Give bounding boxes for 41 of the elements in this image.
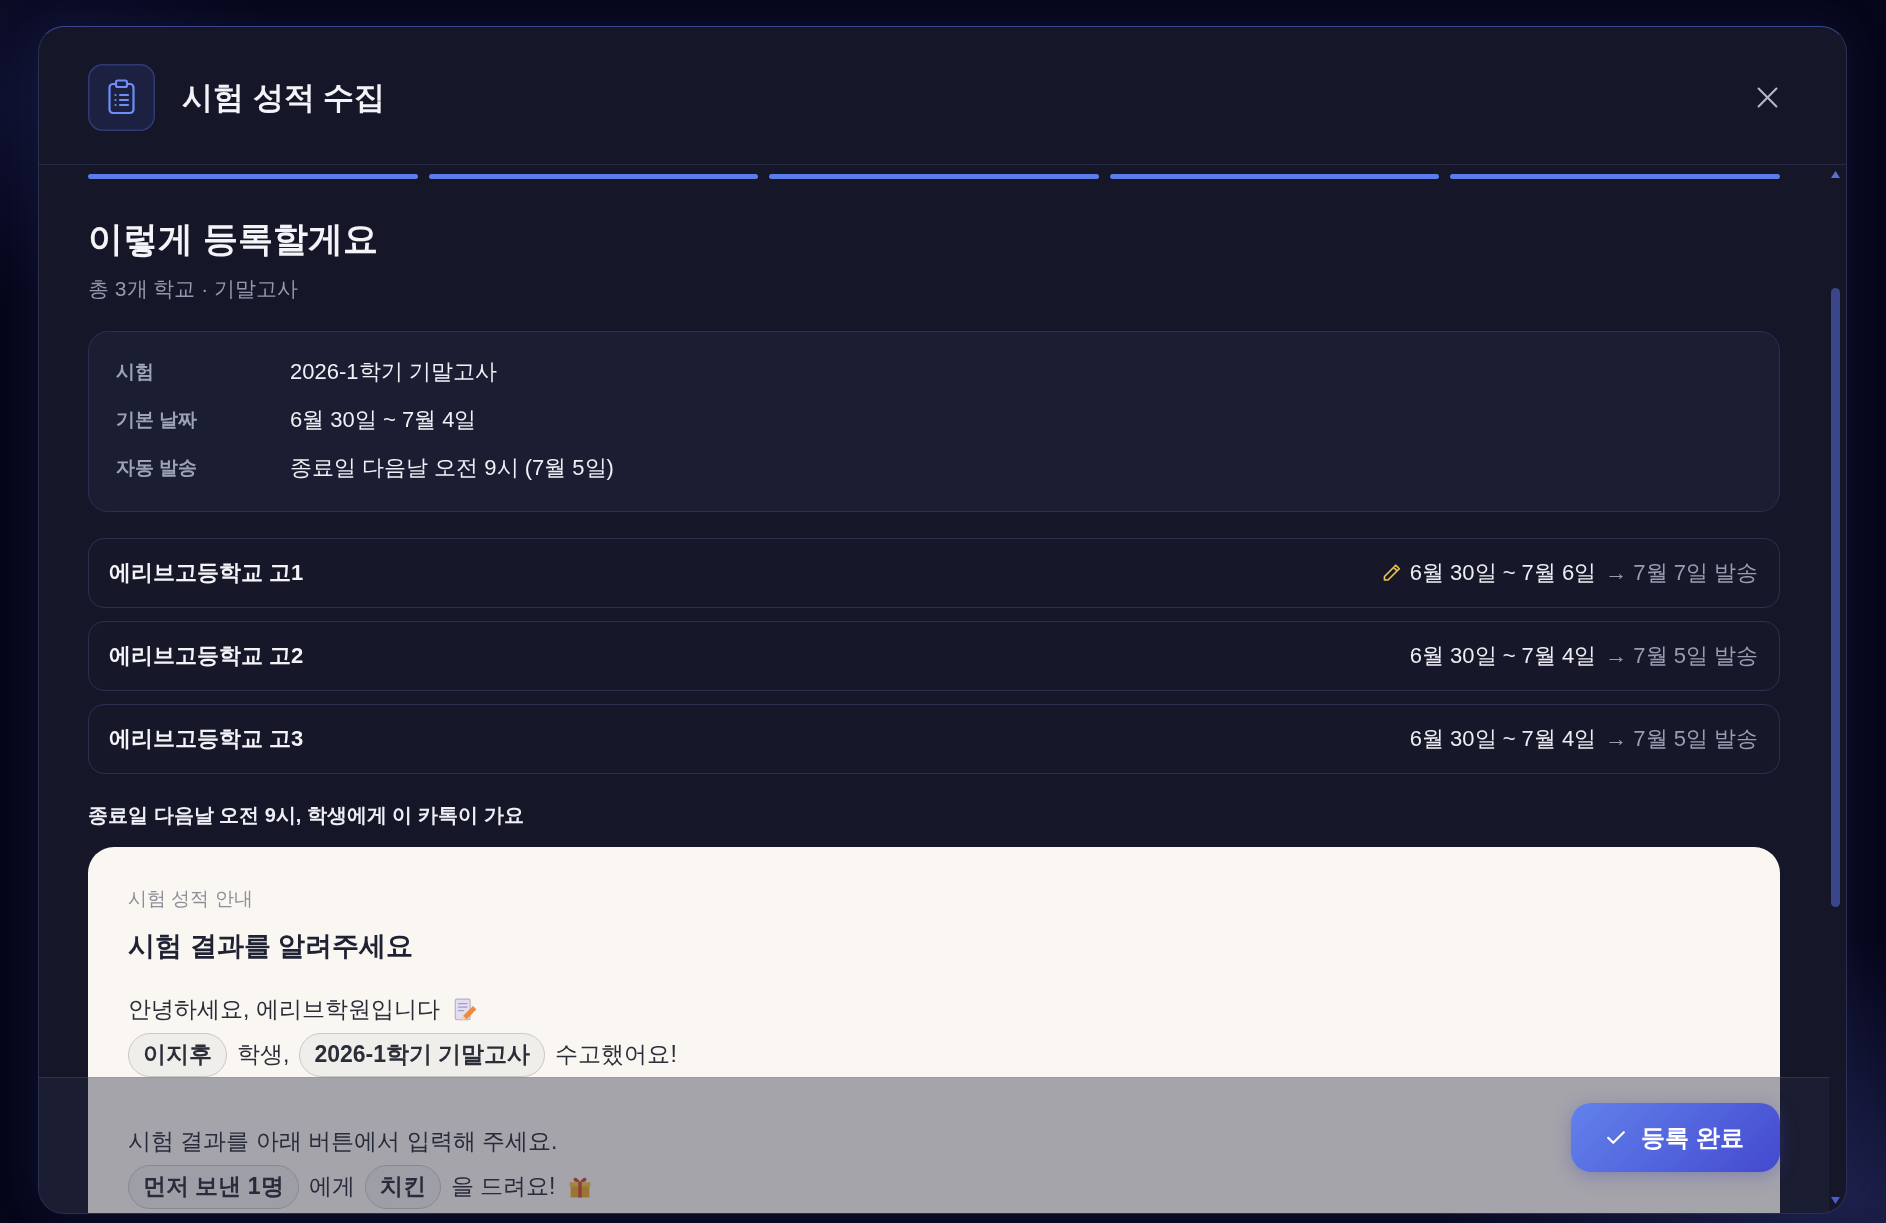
message-text: 수고했어요! <box>555 1040 677 1069</box>
scrollbar-thumb[interactable] <box>1831 288 1840 907</box>
variable-tag: 먼저 보낸 1명 <box>128 1164 299 1209</box>
date-range: 6월 30일 ~ 7월 4일 <box>1409 642 1597 670</box>
scroll-down-arrow-icon[interactable] <box>1831 1197 1840 1204</box>
clipboard-icon <box>88 64 155 131</box>
school-name: 에리브고등학교 고2 <box>109 642 304 670</box>
date-range: 6월 30일 ~ 7월 4일 <box>1409 725 1597 753</box>
date-range: 6월 30일 ~ 7월 6일 <box>1409 559 1597 587</box>
close-button[interactable] <box>1757 87 1778 108</box>
variable-tag: 치킨 <box>364 1164 441 1209</box>
send-date: → 7월 5일 발송 <box>1605 725 1758 753</box>
register-button[interactable]: 등록 완료 <box>1571 1103 1780 1172</box>
window-title: 시험 성적 수집 <box>182 78 387 117</box>
variable-tag: 이지후 <box>128 1032 227 1077</box>
detail-value: 종료일 다음날 오전 9시 (7월 5일) <box>290 454 615 482</box>
close-icon <box>1757 87 1778 108</box>
preview-caption: 종료일 다음날 오전 9시, 학생에게 이 카톡이 가요 <box>88 803 525 828</box>
send-date: → 7월 5일 발송 <box>1605 642 1758 670</box>
summary-subheading: 총 3개 학교 · 기말고사 <box>88 276 299 302</box>
memo-icon <box>453 997 476 1022</box>
scroll-up-arrow-icon[interactable] <box>1831 171 1840 178</box>
message-title: 시험 결과를 알려주세요 <box>128 930 414 963</box>
school-name: 에리브고등학교 고1 <box>109 559 304 587</box>
detail-value: 2026-1학기 기말고사 <box>290 358 498 386</box>
message-text: 시험 결과를 아래 버튼에서 입력해 주세요. <box>128 1127 558 1156</box>
message-text: 안녕하세요, 에리브학원입니다 <box>128 995 440 1024</box>
school-name: 에리브고등학교 고3 <box>109 725 304 753</box>
summary-heading: 이렇게 등록할게요 <box>88 218 379 260</box>
detail-label: 기본 날짜 <box>116 408 199 432</box>
message-text: 을 드려요! <box>450 1172 556 1201</box>
message-text: 학생, <box>237 1040 290 1069</box>
detail-label: 시험 <box>116 360 155 384</box>
detail-value: 6월 30일 ~ 7월 4일 <box>290 406 478 434</box>
send-date: → 7월 7일 발송 <box>1605 559 1758 587</box>
message-text: 에게 <box>308 1172 355 1201</box>
message-label: 시험 성적 안내 <box>128 887 254 911</box>
detail-label: 자동 발송 <box>116 456 199 480</box>
variable-tag: 2026-1학기 기말고사 <box>299 1032 546 1077</box>
check-icon <box>1607 1131 1626 1144</box>
gift-icon <box>569 1175 592 1198</box>
